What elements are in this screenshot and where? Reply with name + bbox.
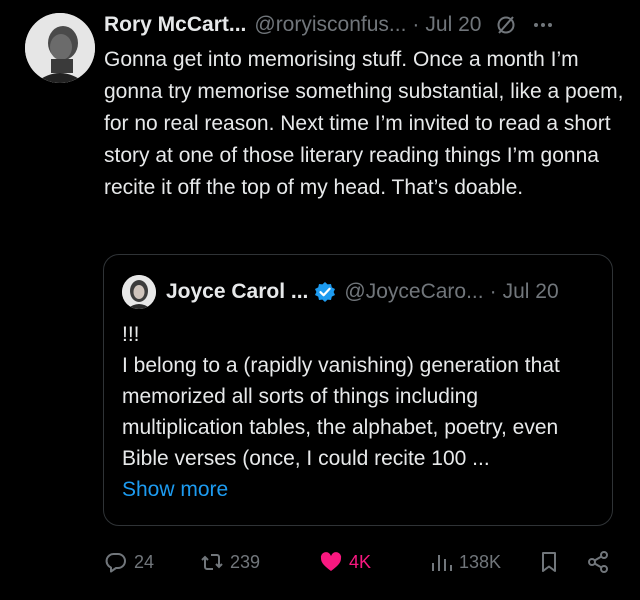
quote-text-line1: !!! (122, 323, 140, 346)
share-icon (588, 551, 608, 573)
views-button[interactable]: 138K (429, 545, 501, 579)
author-avatar[interactable] (25, 13, 95, 83)
author-name[interactable]: Rory McCart... (104, 13, 246, 37)
share-button[interactable] (586, 545, 610, 579)
separator-dot: · (412, 13, 420, 36)
quote-header: Joyce Carol ... @JoyceCaro... · Jul 20 (122, 275, 596, 309)
bookmark-icon (542, 552, 556, 572)
like-count: 4K (349, 551, 372, 572)
reply-bubble-icon (105, 553, 126, 573)
slashed-circle-icon[interactable] (495, 14, 517, 36)
repost-count: 239 (230, 551, 261, 572)
tweet-text: Gonna get into memorising stuff. Once a … (104, 48, 624, 199)
tweet-actions-bar: 24 239 4K 138K (104, 545, 624, 579)
repost-button[interactable]: 239 (200, 545, 260, 579)
tweet-date[interactable]: Jul 20 (425, 13, 481, 37)
repost-icon (201, 554, 223, 570)
reply-count: 24 (134, 551, 155, 572)
verified-badge-icon (314, 281, 336, 303)
like-button[interactable]: 4K (319, 545, 371, 579)
quote-author-avatar[interactable] (122, 275, 156, 309)
reply-button[interactable]: 24 (104, 545, 154, 579)
heart-icon (320, 552, 342, 571)
more-dots-icon[interactable] (531, 14, 555, 36)
quote-tweet-card[interactable]: Joyce Carol ... @JoyceCaro... · Jul 20 !… (103, 254, 613, 526)
bookmark-button[interactable] (537, 545, 561, 579)
views-count: 138K (459, 551, 502, 572)
views-bars-icon (432, 555, 452, 571)
quote-text: !!! I belong to a (rapidly vanishing) ge… (122, 319, 600, 505)
quote-text-body: I belong to a (rapidly vanishing) genera… (122, 354, 560, 470)
quote-date[interactable]: Jul 20 (503, 280, 559, 304)
quote-author-name[interactable]: Joyce Carol ... (166, 280, 308, 304)
quote-separator-dot: · (489, 280, 497, 303)
tweet-header: Rory McCart... @roryisconfus... · Jul 20 (104, 10, 630, 40)
show-more-link[interactable]: Show more (122, 474, 600, 505)
author-handle[interactable]: @roryisconfus... (254, 13, 406, 37)
quote-author-handle[interactable]: @JoyceCaro... (344, 280, 483, 304)
